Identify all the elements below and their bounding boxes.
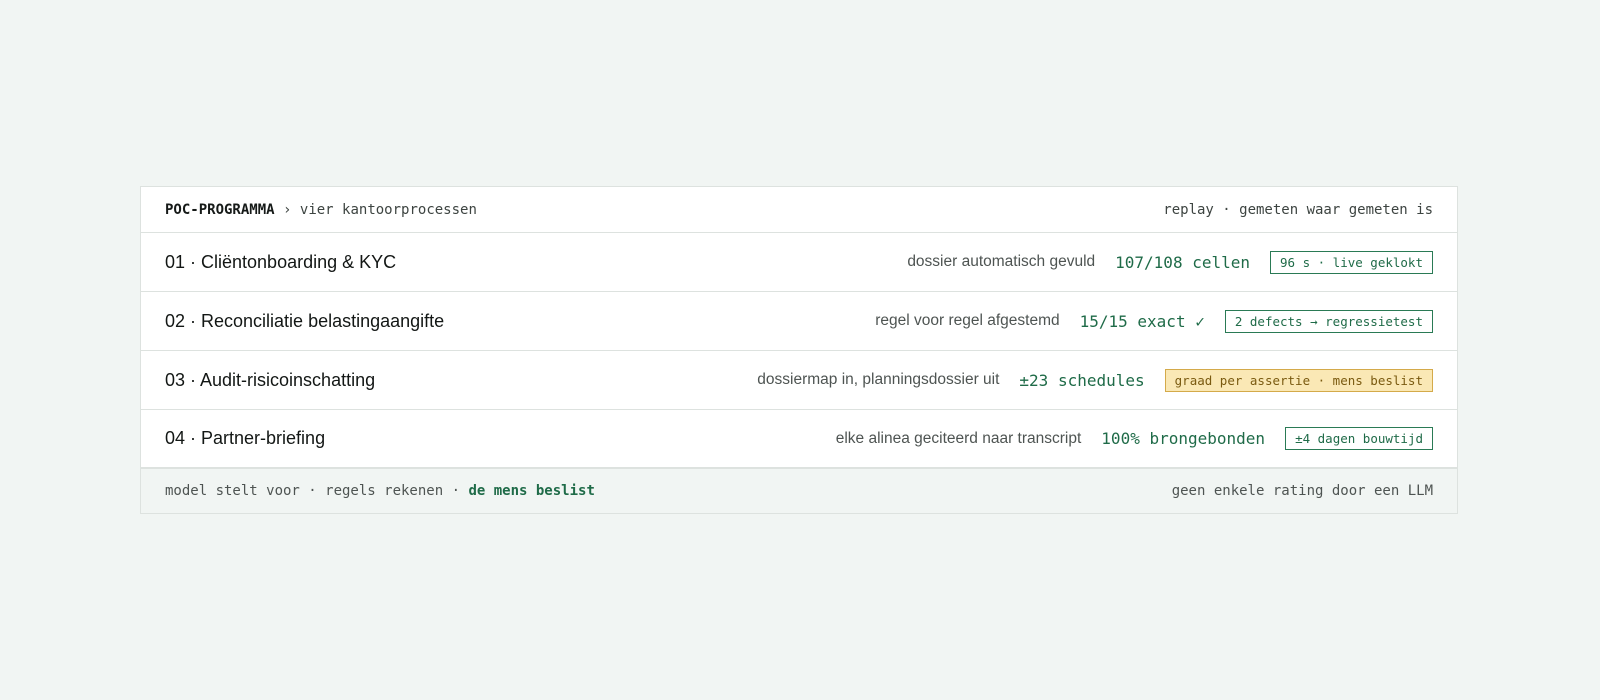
process-details: dossiermap in, planningsdossier uit ±23 … — [757, 368, 1433, 392]
process-row: 01 · Cliëntonboarding & KYC dossier auto… — [141, 233, 1457, 292]
header-breadcrumb: POC-PROGRAMMA › vier kantoorprocessen — [165, 202, 477, 218]
footer-note: geen enkele rating door een LLM — [1171, 483, 1433, 499]
process-description: regel voor regel afgestemd — [875, 312, 1060, 329]
process-title: 03 · Audit-risicoinschatting — [165, 369, 376, 390]
process-description: dossiermap in, planningsdossier uit — [757, 371, 1000, 388]
poc-program-panel: POC-PROGRAMMA › vier kantoorprocessen re… — [140, 186, 1458, 514]
program-label: POC-PROGRAMMA — [165, 201, 275, 218]
process-title: 02 · Reconciliatie belastingaangifte — [165, 310, 445, 331]
process-badge: 96 s · live geklokt — [1270, 250, 1433, 274]
breadcrumb-separator: › — [283, 201, 292, 218]
panel-header: POC-PROGRAMMA › vier kantoorprocessen re… — [141, 187, 1457, 233]
process-badge-warning: graad per assertie · mens beslist — [1164, 368, 1433, 392]
footer-principle-text: model stelt voor · regels rekenen · — [165, 483, 461, 499]
process-badge: ±4 dagen bouwtijd — [1285, 427, 1433, 450]
process-metric: 15/15 exact ✓ — [1079, 311, 1205, 331]
footer-principle-accent: de mens beslist — [468, 483, 595, 499]
process-metric: ±23 schedules — [1019, 370, 1145, 390]
program-subtitle: vier kantoorprocessen — [299, 201, 477, 218]
process-metric: 107/108 cellen — [1115, 252, 1250, 272]
panel-footer: model stelt voor · regels rekenen · de m… — [141, 469, 1457, 513]
process-title: 04 · Partner-briefing — [165, 428, 326, 448]
header-note: replay · gemeten waar gemeten is — [1163, 201, 1433, 218]
footer-principle: model stelt voor · regels rekenen · de m… — [165, 483, 595, 499]
process-description: dossier automatisch gevuld — [907, 253, 1096, 270]
process-description: elke alinea geciteerd naar transcript — [835, 429, 1082, 447]
process-row: 02 · Reconciliatie belastingaangifte reg… — [141, 292, 1457, 351]
process-row: 03 · Audit-risicoinschatting dossiermap … — [141, 351, 1457, 410]
process-title: 01 · Cliëntonboarding & KYC — [165, 251, 397, 272]
process-details: dossier automatisch gevuld 107/108 celle… — [907, 250, 1433, 274]
process-metric: 100% brongebonden — [1101, 429, 1266, 448]
process-badge: 2 defects → regressietest — [1224, 309, 1433, 333]
process-details: elke alinea geciteerd naar transcript 10… — [836, 427, 1433, 450]
process-row: 04 · Partner-briefing elke alinea gecite… — [141, 410, 1457, 469]
process-details: regel voor regel afgestemd 15/15 exact ✓… — [875, 309, 1433, 333]
